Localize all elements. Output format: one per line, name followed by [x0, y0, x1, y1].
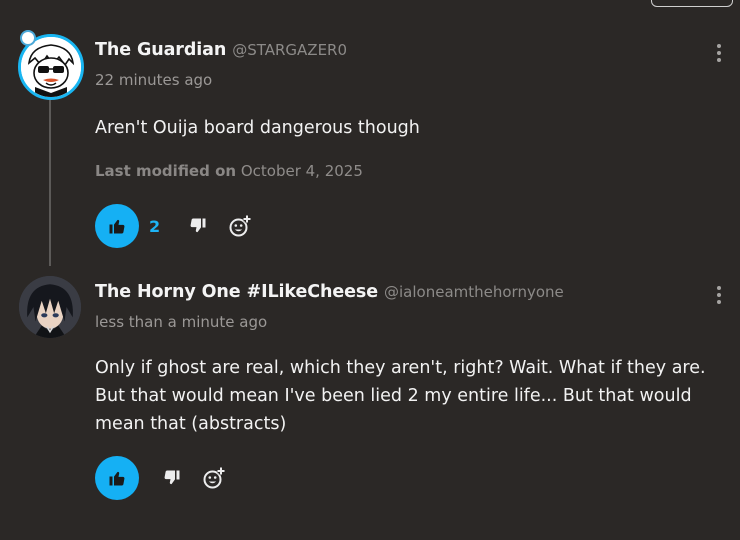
top-button[interactable]: [651, 0, 733, 7]
more-options-icon[interactable]: [709, 284, 729, 306]
comment-actions: [95, 456, 229, 500]
comment-body: Only if ghost are real, which they aren'…: [95, 358, 706, 434]
username[interactable]: @STARGAZER0: [232, 41, 347, 59]
comment-thread: The Guardian @STARGAZER0 22 minutes ago …: [0, 0, 740, 540]
like-count: 2: [149, 216, 161, 236]
cartoon-avatar-icon: [21, 37, 81, 97]
display-name[interactable]: The Guardian: [95, 40, 226, 60]
comment-header: The Horny One #ILikeCheese @ialoneamtheh…: [95, 282, 564, 302]
dislike-button[interactable]: [159, 465, 185, 491]
more-options-icon[interactable]: [709, 42, 729, 64]
thumbs-down-icon: [190, 218, 206, 233]
timestamp: less than a minute ago: [95, 313, 268, 331]
thumbs-up-icon: [109, 471, 125, 486]
add-reaction-icon: [203, 467, 225, 489]
add-reaction-icon: [229, 215, 251, 237]
add-reaction-button[interactable]: [199, 463, 229, 493]
thread-line: [49, 96, 51, 266]
anime-avatar-icon: [19, 276, 81, 338]
like-button[interactable]: [95, 204, 139, 248]
display-name[interactable]: The Horny One #ILikeCheese: [95, 282, 378, 302]
status-badge: [20, 30, 36, 46]
modified-label: Last modified on: [95, 162, 237, 180]
add-reaction-button[interactable]: [225, 211, 255, 241]
timestamp: 22 minutes ago: [95, 71, 213, 89]
comment-header: The Guardian @STARGAZER0: [95, 40, 347, 60]
modified-info: Last modified on October 4, 2025: [95, 162, 363, 180]
username[interactable]: @ialoneamthehornyone: [384, 283, 564, 301]
like-button[interactable]: [95, 456, 139, 500]
dislike-button[interactable]: [185, 213, 211, 239]
modified-date: October 4, 2025: [240, 162, 363, 180]
comment-actions: 2: [95, 204, 255, 248]
comment-body: Aren't Ouija board dangerous though: [95, 118, 420, 138]
avatar[interactable]: [19, 276, 81, 338]
thumbs-up-icon: [109, 219, 125, 234]
thumbs-down-icon: [164, 470, 180, 485]
